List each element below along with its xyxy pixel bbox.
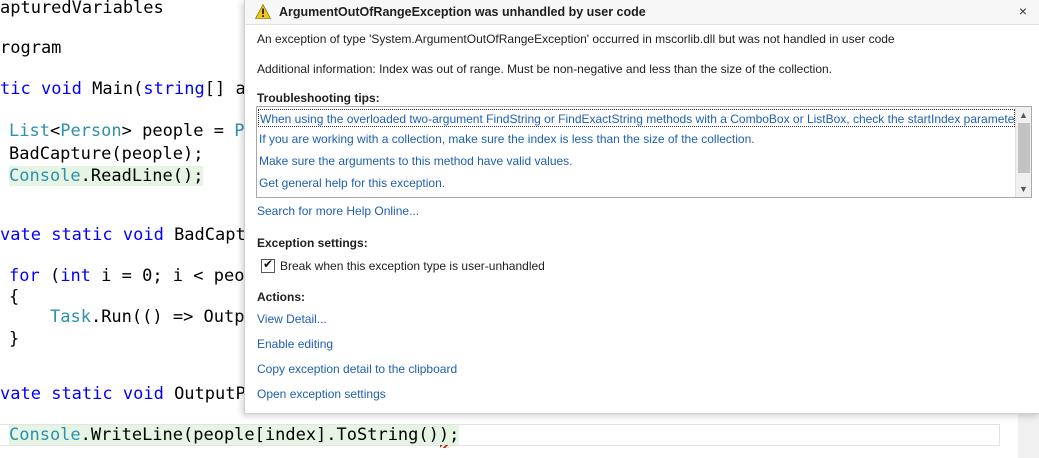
checkmark-icon: ✔: [263, 257, 274, 271]
code-line-list: List<Person> people = Pe: [9, 121, 255, 141]
code-line-task-run: Task.Run(() => Outpu: [50, 307, 255, 327]
scrollbar-thumb[interactable]: [1018, 123, 1030, 173]
code-line-namespace: apturedVariables: [0, 0, 164, 18]
code-line-class: rogram: [0, 38, 62, 58]
exception-message: An exception of type 'System.ArgumentOut…: [257, 32, 895, 46]
troubleshooting-heading: Troubleshooting tips:: [257, 91, 380, 105]
enable-editing-link[interactable]: Enable editing: [257, 337, 333, 351]
tip-item[interactable]: Get general help for this exception.: [258, 174, 445, 192]
view-detail-link[interactable]: View Detail...: [257, 312, 327, 326]
actions-heading: Actions:: [257, 290, 305, 304]
code-line-badcapture-decl: vate static void BadCaptu: [0, 225, 256, 245]
code-line-badcapture-call: BadCapture(people);: [9, 144, 204, 164]
popup-titlebar: ArgumentOutOfRangeException was unhandle…: [245, 0, 1039, 25]
exception-settings-heading: Exception settings:: [257, 236, 368, 250]
code-line-output-decl: vate static void OutputPe: [0, 384, 256, 404]
popup-title: ArgumentOutOfRangeException was unhandle…: [279, 5, 646, 19]
additional-information: Additional information: Index was out of…: [257, 62, 833, 76]
code-line-main: tic void Main(string[] ar: [0, 79, 256, 99]
chevron-down-icon[interactable]: ▼: [1016, 181, 1031, 197]
code-line-open-brace: {: [9, 287, 20, 307]
copy-exception-detail-link[interactable]: Copy exception detail to the clipboard: [257, 362, 457, 376]
tips-scrollbar[interactable]: ▲ ▼: [1015, 107, 1031, 197]
troubleshooting-tips-list[interactable]: When using the overloaded two-argument F…: [256, 106, 1032, 198]
search-help-online-link[interactable]: Search for more Help Online...: [257, 204, 419, 218]
open-exception-settings-link[interactable]: Open exception settings: [257, 387, 386, 401]
code-line-for: for (int i = 0; i < peop: [9, 266, 255, 286]
code-line-writeline: Console.WriteLine(people[index].ToString…: [9, 425, 460, 445]
close-icon[interactable]: ×: [1016, 3, 1030, 19]
tip-item[interactable]: Make sure the arguments to this method h…: [258, 152, 573, 170]
exception-helper-popup: ArgumentOutOfRangeException was unhandle…: [244, 0, 1039, 414]
break-when-unhandled-checkbox[interactable]: ✔: [261, 257, 275, 273]
code-line-close-brace: }: [9, 329, 20, 349]
scroll-up-icon[interactable]: ▲: [1016, 107, 1031, 123]
tip-item[interactable]: If you are working with a collection, ma…: [258, 130, 755, 148]
code-line-readline: Console.ReadLine();: [9, 166, 204, 186]
warning-icon: [255, 4, 271, 19]
error-squiggle: [440, 445, 449, 448]
tip-item[interactable]: When using the overloaded two-argument F…: [258, 109, 1021, 127]
break-when-unhandled-label[interactable]: Break when this exception type is user-u…: [280, 259, 545, 273]
